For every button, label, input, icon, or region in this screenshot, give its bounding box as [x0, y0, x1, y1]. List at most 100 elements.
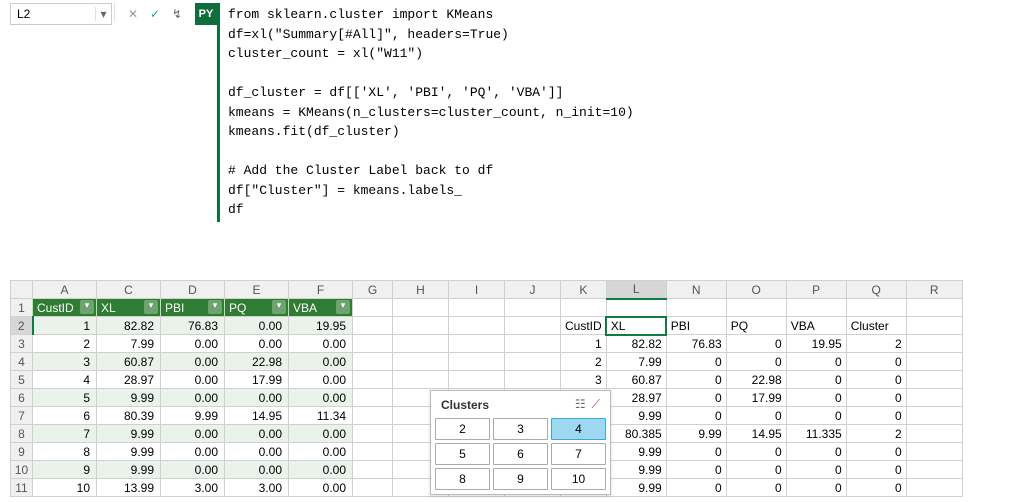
column-header-K[interactable]: K: [561, 281, 607, 299]
cell-O5[interactable]: 22.98: [726, 371, 786, 389]
cell-C1[interactable]: XL▾: [97, 299, 161, 317]
cell-E3[interactable]: 0.00: [225, 335, 289, 353]
slicer-option-3[interactable]: 3: [493, 418, 548, 440]
cell-A10[interactable]: 9: [33, 461, 97, 479]
cell-Q10[interactable]: 0: [846, 461, 906, 479]
cell-A4[interactable]: 3: [33, 353, 97, 371]
cell-G2[interactable]: [353, 317, 393, 335]
cell-R1[interactable]: [906, 299, 962, 317]
cell-F4[interactable]: 0.00: [289, 353, 353, 371]
cell-R3[interactable]: [906, 335, 962, 353]
cell-F7[interactable]: 11.34: [289, 407, 353, 425]
cell-N10[interactable]: 0: [666, 461, 726, 479]
cell-N7[interactable]: 0: [666, 407, 726, 425]
column-header-E[interactable]: E: [225, 281, 289, 299]
cell-F2[interactable]: 19.95: [289, 317, 353, 335]
cell-A8[interactable]: 7: [33, 425, 97, 443]
slicer-option-9[interactable]: 9: [493, 468, 548, 490]
slicer-option-6[interactable]: 6: [493, 443, 548, 465]
cell-E7[interactable]: 14.95: [225, 407, 289, 425]
cell-E5[interactable]: 17.99: [225, 371, 289, 389]
cell-F5[interactable]: 0.00: [289, 371, 353, 389]
cell-I4[interactable]: [449, 353, 505, 371]
cell-Q11[interactable]: 0: [846, 479, 906, 497]
cell-L6[interactable]: 28.97: [606, 389, 666, 407]
cell-R11[interactable]: [906, 479, 962, 497]
filter-dropdown-icon[interactable]: ▾: [144, 300, 158, 314]
cell-I5[interactable]: [449, 371, 505, 389]
cell-A11[interactable]: 10: [33, 479, 97, 497]
select-all-corner[interactable]: [11, 281, 33, 299]
column-header-C[interactable]: C: [97, 281, 161, 299]
cell-Q8[interactable]: 2: [846, 425, 906, 443]
cell-D3[interactable]: 0.00: [161, 335, 225, 353]
cell-O3[interactable]: 0: [726, 335, 786, 353]
cell-Q2[interactable]: Cluster: [846, 317, 906, 335]
cell-E8[interactable]: 0.00: [225, 425, 289, 443]
cell-L9[interactable]: 9.99: [606, 443, 666, 461]
cell-E10[interactable]: 0.00: [225, 461, 289, 479]
cell-F11[interactable]: 0.00: [289, 479, 353, 497]
cell-R8[interactable]: [906, 425, 962, 443]
cell-C10[interactable]: 9.99: [97, 461, 161, 479]
cell-F10[interactable]: 0.00: [289, 461, 353, 479]
cell-D6[interactable]: 0.00: [161, 389, 225, 407]
cell-K2[interactable]: CustID: [561, 317, 607, 335]
cell-H3[interactable]: [393, 335, 449, 353]
column-header-D[interactable]: D: [161, 281, 225, 299]
cell-D8[interactable]: 0.00: [161, 425, 225, 443]
cell-D10[interactable]: 0.00: [161, 461, 225, 479]
cell-N8[interactable]: 9.99: [666, 425, 726, 443]
cell-R10[interactable]: [906, 461, 962, 479]
cell-L4[interactable]: 7.99: [606, 353, 666, 371]
cell-A9[interactable]: 8: [33, 443, 97, 461]
cell-D7[interactable]: 9.99: [161, 407, 225, 425]
cell-C11[interactable]: 13.99: [97, 479, 161, 497]
cell-D9[interactable]: 0.00: [161, 443, 225, 461]
cell-N3[interactable]: 76.83: [666, 335, 726, 353]
cell-N11[interactable]: 0: [666, 479, 726, 497]
cell-F8[interactable]: 0.00: [289, 425, 353, 443]
cell-A1[interactable]: CustID▾: [33, 299, 97, 317]
row-header-7[interactable]: 7: [11, 407, 33, 425]
column-header-H[interactable]: H: [393, 281, 449, 299]
cell-D1[interactable]: PBI▾: [161, 299, 225, 317]
cell-P5[interactable]: 0: [786, 371, 846, 389]
cell-C3[interactable]: 7.99: [97, 335, 161, 353]
cell-R7[interactable]: [906, 407, 962, 425]
cancel-icon[interactable]: ✕: [123, 4, 143, 24]
column-header-L[interactable]: L: [606, 281, 666, 299]
cell-P11[interactable]: 0: [786, 479, 846, 497]
cell-H2[interactable]: [393, 317, 449, 335]
cell-A2[interactable]: 1: [33, 317, 97, 335]
cell-O11[interactable]: 0: [726, 479, 786, 497]
cell-I2[interactable]: [449, 317, 505, 335]
cell-G8[interactable]: [353, 425, 393, 443]
cell-P3[interactable]: 19.95: [786, 335, 846, 353]
cell-O10[interactable]: 0: [726, 461, 786, 479]
cell-E9[interactable]: 0.00: [225, 443, 289, 461]
cell-Q6[interactable]: 0: [846, 389, 906, 407]
cell-J5[interactable]: [505, 371, 561, 389]
column-header-P[interactable]: P: [786, 281, 846, 299]
cell-H1[interactable]: [393, 299, 449, 317]
cell-F6[interactable]: 0.00: [289, 389, 353, 407]
name-box[interactable]: ▾: [10, 3, 112, 25]
cell-C6[interactable]: 9.99: [97, 389, 161, 407]
cell-C5[interactable]: 28.97: [97, 371, 161, 389]
cell-Q5[interactable]: 0: [846, 371, 906, 389]
cell-A5[interactable]: 4: [33, 371, 97, 389]
slicer-option-4[interactable]: 4: [551, 418, 606, 440]
cell-O8[interactable]: 14.95: [726, 425, 786, 443]
column-header-O[interactable]: O: [726, 281, 786, 299]
filter-dropdown-icon[interactable]: ▾: [272, 300, 286, 314]
clusters-slicer[interactable]: Clusters ☷ ⟋ 2345678910: [430, 390, 611, 495]
cell-O4[interactable]: 0: [726, 353, 786, 371]
cell-A7[interactable]: 6: [33, 407, 97, 425]
cell-C9[interactable]: 9.99: [97, 443, 161, 461]
column-header-F[interactable]: F: [289, 281, 353, 299]
row-header-10[interactable]: 10: [11, 461, 33, 479]
cell-O2[interactable]: PQ: [726, 317, 786, 335]
cell-G6[interactable]: [353, 389, 393, 407]
slicer-option-5[interactable]: 5: [435, 443, 490, 465]
